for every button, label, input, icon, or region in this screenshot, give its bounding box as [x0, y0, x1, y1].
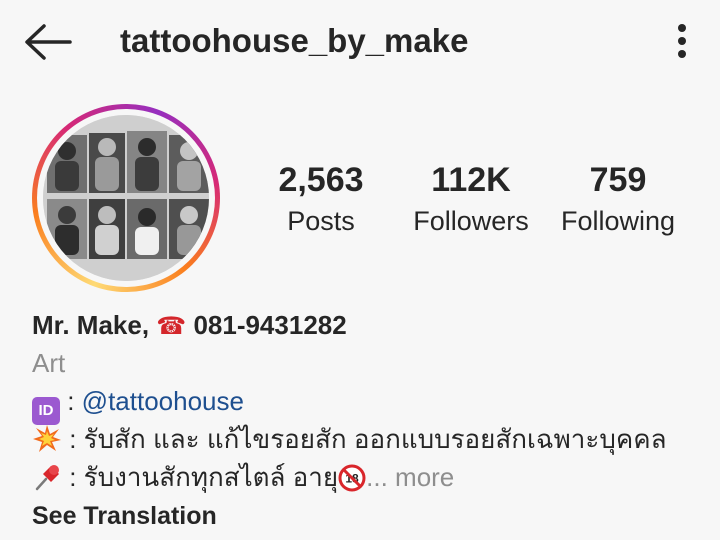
bio-line-services: : รับสัก และ แก้ไขรอยสัก ออกแบบรอยสักเฉพ… [32, 420, 712, 458]
posts-count: 2,563 [278, 161, 364, 199]
profile-bio: Mr. Make, ☎ 081-9431282 Art ID : @tattoo… [32, 306, 712, 534]
profile-stats: 2,563 Posts 112K Followers 759 Following [246, 158, 706, 248]
stat-following[interactable]: 759 Following [543, 158, 693, 240]
telephone-icon: ☎ [156, 313, 187, 340]
id-separator: : [60, 386, 82, 416]
back-button[interactable] [20, 20, 76, 64]
phone-number[interactable]: 081-9431282 [193, 310, 346, 340]
more-vertical-icon [678, 24, 686, 58]
followers-label: Followers [413, 206, 529, 236]
stat-posts[interactable]: 2,563 Posts [246, 158, 396, 240]
see-translation-link[interactable]: See Translation [32, 502, 217, 530]
more-link[interactable]: ... more [366, 462, 454, 492]
mention-link[interactable]: @tattoohouse [82, 386, 244, 416]
followers-count: 112K [431, 161, 511, 199]
top-bar: tattoohouse_by_make [0, 0, 720, 84]
following-count: 759 [589, 161, 647, 199]
stat-followers[interactable]: 112K Followers [396, 158, 546, 240]
profile-username: tattoohouse_by_make [120, 22, 469, 59]
more-options-button[interactable] [664, 20, 700, 64]
display-name: Mr. Make, [32, 310, 150, 340]
bio-name-line: Mr. Make, ☎ 081-9431282 [32, 306, 712, 344]
styles-text: : รับงานสักทุกสไตล์ อายุ [62, 462, 339, 492]
posts-label: Posts [287, 206, 355, 236]
pushpin-icon [35, 465, 59, 491]
arrow-left-icon [25, 24, 72, 60]
profile-category: Art [32, 348, 66, 378]
story-ring [32, 104, 220, 292]
profile-avatar[interactable] [32, 104, 220, 292]
bio-line-styles: : รับงานสักทุกสไตล์ อายุ 18 18... more [32, 458, 712, 496]
see-translation-line: See Translation [32, 496, 712, 534]
no-under-18-icon: 18 [338, 464, 366, 492]
avatar-photo-collage [43, 115, 209, 281]
collision-icon [33, 425, 61, 452]
following-label: Following [560, 206, 676, 236]
bio-line-id: ID : @tattoohouse [32, 382, 712, 425]
services-text: : รับสัก และ แก้ไขรอยสัก ออกแบบรอยสักเฉพ… [62, 424, 667, 454]
